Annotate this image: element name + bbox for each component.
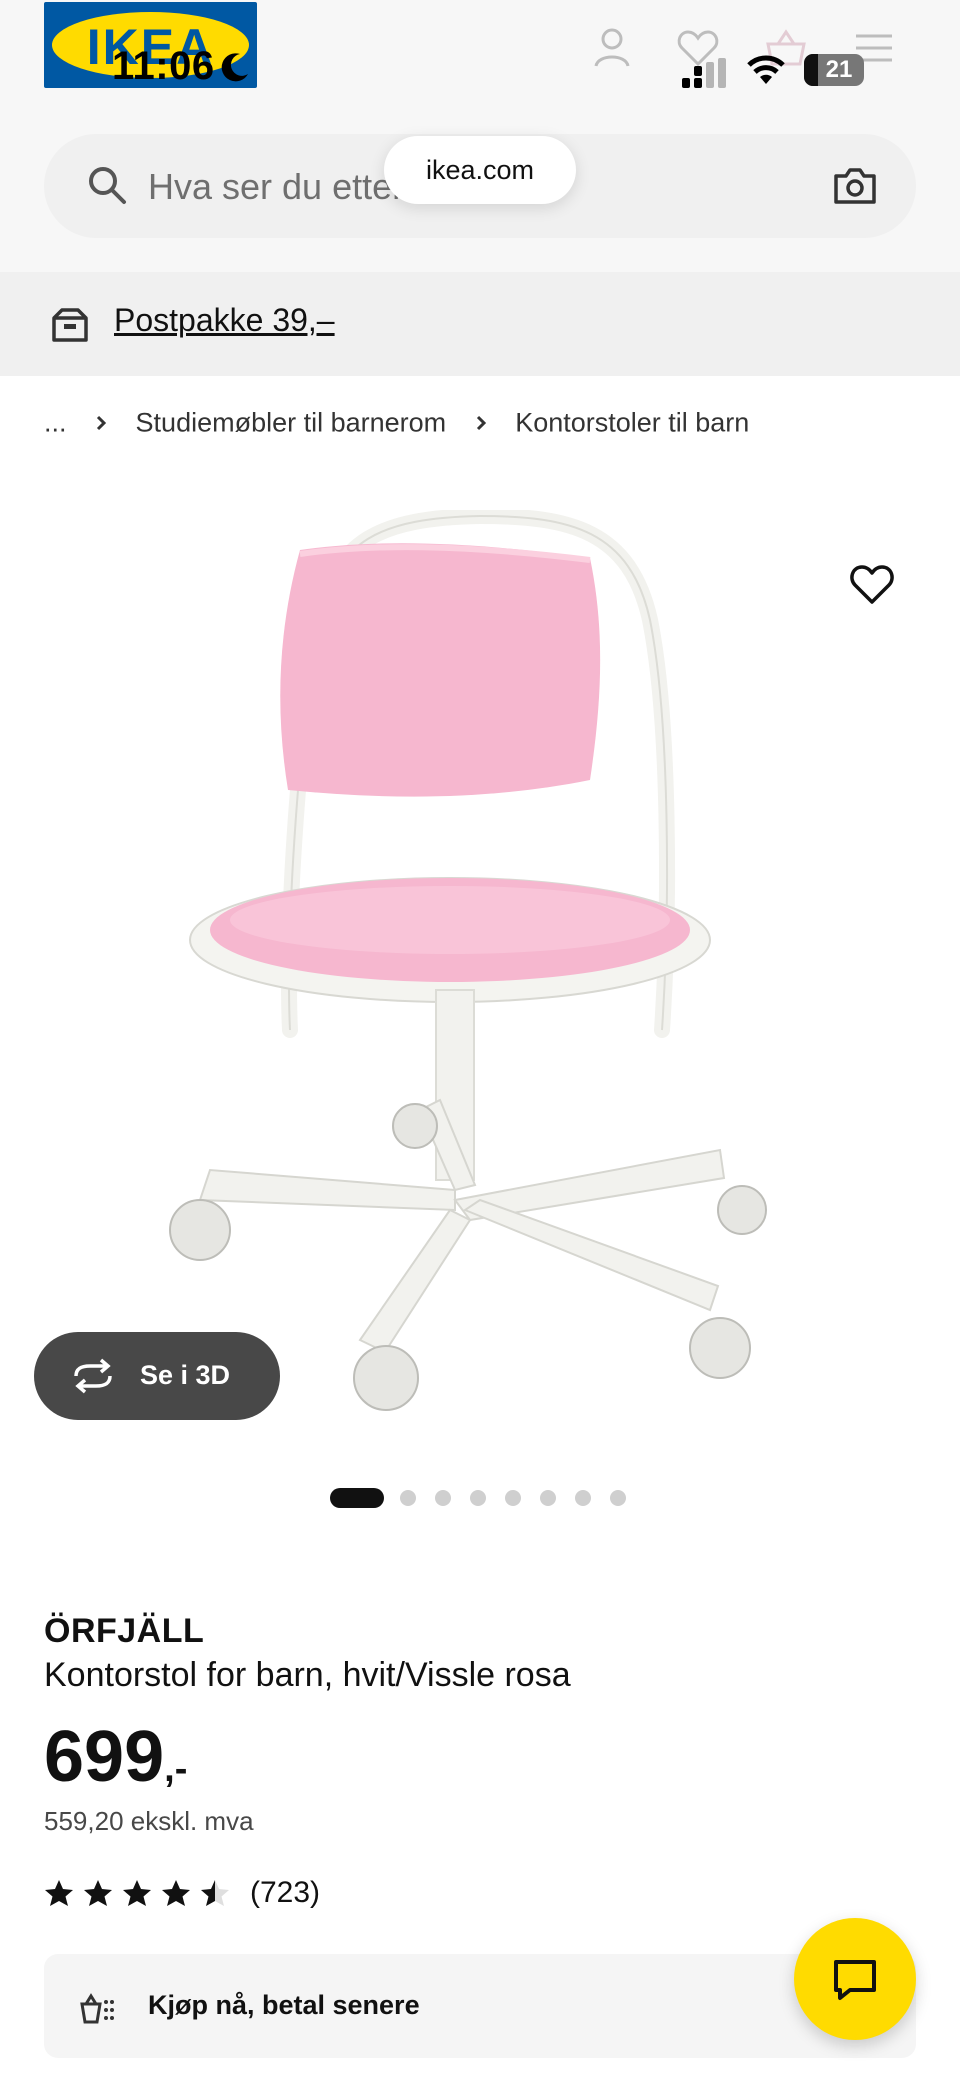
battery-level: 21 xyxy=(825,56,853,83)
gallery-dot-6[interactable] xyxy=(540,1490,556,1506)
star-icon xyxy=(162,1880,190,1906)
basket-payment-icon xyxy=(80,1993,114,2024)
top-header: IKEA 11:06 21 Hva ser du etter? ikea.com xyxy=(0,0,960,272)
gallery-dot-8[interactable] xyxy=(610,1490,626,1506)
camera-icon[interactable] xyxy=(832,164,878,206)
chat-icon xyxy=(834,1960,876,2000)
status-time: 11:06 xyxy=(112,44,215,88)
gallery-dot-7[interactable] xyxy=(575,1490,591,1506)
rotate-3d-icon xyxy=(74,1358,112,1394)
delivery-link[interactable]: Postpakke 39,– xyxy=(114,302,335,339)
buy-now-pay-later[interactable]: Kjøp nå, betal senere xyxy=(44,1954,916,2058)
price-suffix: ,- xyxy=(164,1748,188,1790)
search-input[interactable]: Hva ser du etter? xyxy=(148,166,424,208)
breadcrumb-ellipsis[interactable]: ... xyxy=(44,407,67,437)
battery-icon: 21 xyxy=(804,54,864,86)
search-icon xyxy=(89,167,126,204)
star-icon xyxy=(45,1880,73,1906)
breadcrumb: ... Studiemøbler til barnerom Kontorstol… xyxy=(44,406,749,438)
bnpl-label: Kjøp nå, betal senere xyxy=(148,1990,420,2020)
breadcrumb-item-kontorstoler[interactable]: Kontorstoler til barn xyxy=(515,407,749,437)
delivery-banner: Postpakke 39,– xyxy=(0,272,960,376)
star-icon xyxy=(84,1880,112,1906)
chevron-right-icon xyxy=(476,415,486,430)
product-image[interactable] xyxy=(150,510,810,1450)
wifi-icon xyxy=(747,55,785,84)
add-to-favourites-icon[interactable] xyxy=(846,560,898,608)
view-3d-label: Se i 3D xyxy=(140,1360,231,1390)
rating-count: (723) xyxy=(250,1876,321,1909)
product-price: 699,- xyxy=(44,1716,187,1798)
product-description: Kontorstol for barn, hvit/Vissle rosa xyxy=(44,1656,571,1694)
chevron-right-icon xyxy=(96,415,107,430)
star-icon xyxy=(123,1880,151,1906)
url-pill[interactable]: ikea.com xyxy=(384,136,576,204)
breadcrumb-item-studiemobler[interactable]: Studiemøbler til barnerom xyxy=(136,407,447,437)
view-3d-button[interactable]: Se i 3D xyxy=(34,1332,280,1420)
gallery-dot-4[interactable] xyxy=(470,1490,486,1506)
product-name: ÖRFJÄLL xyxy=(44,1612,205,1650)
gallery-dot-1[interactable] xyxy=(330,1488,384,1508)
gallery-dot-2[interactable] xyxy=(400,1490,416,1506)
price-amount: 699 xyxy=(44,1717,165,1797)
user-icon[interactable] xyxy=(586,22,638,74)
parcel-icon xyxy=(52,308,88,342)
signal-icon xyxy=(682,58,726,88)
gallery-dot-5[interactable] xyxy=(505,1490,521,1506)
moon-icon xyxy=(221,53,248,82)
half-star-icon xyxy=(201,1880,229,1906)
price-ex-vat: 559,20 ekskl. mva xyxy=(44,1806,254,1836)
gallery-dot-3[interactable] xyxy=(435,1490,451,1506)
chat-button[interactable] xyxy=(794,1918,916,2040)
